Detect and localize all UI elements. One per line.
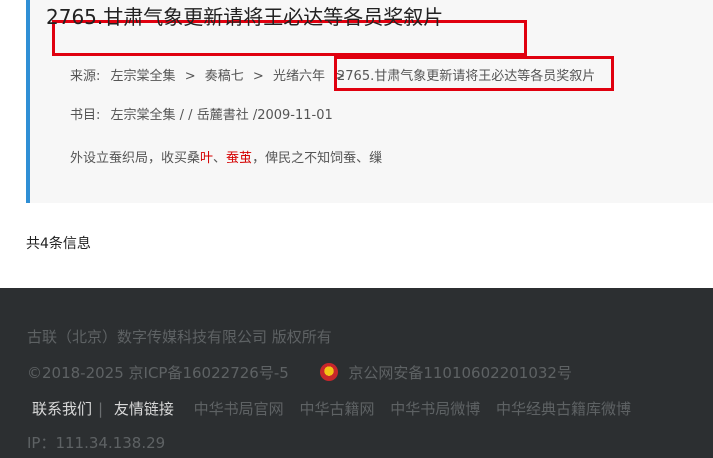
breadcrumb-current[interactable]: 2765.甘肃气象更新请将王必达等各员奖叙片: [337, 68, 595, 86]
copyright-text: 古联（北京）数字传媒科技有限公司 版权所有: [27, 328, 332, 346]
result-title[interactable]: 2765.甘肃气象更新请将王必达等各员奖叙片: [46, 6, 443, 28]
result-snippet: 外设立蚕织局，收买桑叶、蚕茧，俾民之不知饲蚕、缫: [70, 150, 382, 168]
friend-links-label: 友情链接: [113, 400, 174, 418]
registration-line: ©2018-2025 京ICP备16022726号-5 京公网安备1101060…: [27, 362, 572, 383]
divider: |: [98, 400, 104, 418]
book-label: 书目:: [70, 108, 101, 123]
result-count: 共4条信息: [26, 236, 91, 252]
link-zhonghua-guji[interactable]: 中华古籍网: [299, 400, 374, 418]
breadcrumb-year[interactable]: 光绪六年: [273, 69, 325, 84]
book-info: 左宗棠全集 / / 岳麓書社 /2009-11-01: [110, 108, 333, 123]
search-result-card: 2765.甘肃气象更新请将王必达等各员奖叙片 来源: 左宗棠全集 > 奏稿七 >…: [26, 0, 713, 203]
source-label: 来源:: [70, 69, 101, 84]
police-registration-link[interactable]: 京公网安备11010602201032号: [348, 364, 572, 382]
breadcrumb-separator-icon: >: [184, 69, 196, 84]
breadcrumb-volume[interactable]: 奏稿七: [205, 69, 244, 84]
keyword-highlight: 叶: [200, 151, 214, 166]
police-emblem-icon: [319, 363, 338, 381]
icp-link[interactable]: ©2018-2025 京ICP备16022726号-5: [27, 364, 289, 382]
ip-address: IP：111.34.138.29: [27, 434, 166, 452]
snippet-text: 、: [213, 151, 227, 166]
link-classics-weibo[interactable]: 中华经典古籍库微博: [496, 400, 631, 418]
breadcrumb-separator-icon: >: [252, 69, 264, 84]
footer-links: 联系我们 | 友情链接 中华书局官网 中华古籍网 中华书局微博 中华经典古籍库微博: [27, 398, 642, 419]
link-zhonghua-weibo[interactable]: 中华书局微博: [390, 400, 480, 418]
book-info-line: 书目: 左宗棠全集 / / 岳麓書社 /2009-11-01: [70, 107, 333, 125]
source-line: 来源: 左宗棠全集 > 奏稿七 > 光绪六年 >: [70, 68, 350, 86]
snippet-text: 外设立蚕织局，收买桑: [70, 151, 201, 166]
contact-us-link[interactable]: 联系我们: [32, 400, 92, 418]
snippet-text: ，俾民之不知饲蚕、缫: [252, 151, 383, 166]
breadcrumb-collection[interactable]: 左宗棠全集: [111, 69, 176, 84]
keyword-highlight: 蚕茧: [226, 151, 253, 166]
site-footer: 古联（北京）数字传媒科技有限公司 版权所有 ©2018-2025 京ICP备16…: [0, 288, 713, 458]
link-zhonghua-official[interactable]: 中华书局官网: [194, 400, 284, 418]
